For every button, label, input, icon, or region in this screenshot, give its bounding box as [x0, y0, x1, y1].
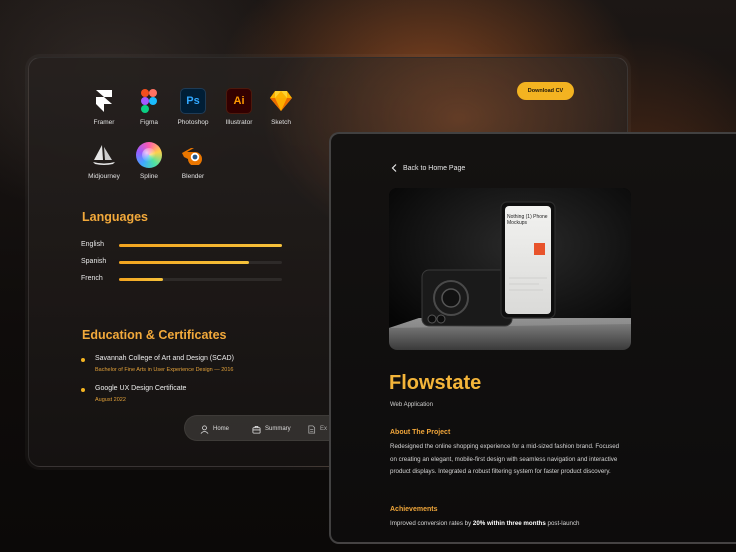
education-title: Savannah College of Art and Design (SCAD…: [95, 355, 234, 362]
figma-icon: [136, 88, 162, 114]
bullet-dot: [81, 388, 85, 392]
project-title: Flowstate: [389, 372, 482, 394]
project-hero-image: Nothing (1) Phone Mockups: [389, 188, 631, 350]
language-row: English: [81, 241, 286, 251]
language-row: French: [81, 275, 286, 285]
midjourney-icon: [91, 142, 117, 168]
nav-label: Home: [213, 426, 230, 432]
project-detail-panel: Back to Home Page Nothing (1) Phone Mock…: [329, 132, 736, 544]
tool-label: Figma: [139, 119, 159, 126]
nav-experience[interactable]: Ex: [307, 416, 328, 440]
photoshop-icon: Ps: [180, 88, 206, 114]
achievements-highlight: 20% within three months: [472, 520, 546, 527]
language-name: Spanish: [81, 258, 107, 265]
language-bar-track: [119, 244, 282, 247]
education-subtitle: Bachelor of Fine Arts in User Experience…: [95, 367, 234, 373]
back-link-label: Back to Home Page: [403, 164, 466, 172]
tool-blender[interactable]: Blender: [168, 142, 218, 180]
about-heading: About The Project: [390, 429, 451, 436]
spline-icon: [136, 142, 162, 168]
tool-midjourney[interactable]: Midjourney: [79, 142, 129, 180]
framer-icon: [91, 88, 117, 114]
project-subtitle: Web Application: [390, 402, 433, 408]
download-cv-button[interactable]: Download CV: [517, 82, 574, 100]
nav-label: Ex: [320, 426, 328, 432]
language-bar-fill: [119, 244, 282, 247]
tool-label: Spline: [139, 173, 159, 180]
achievements-text-pre: Improved conversion rates by: [390, 520, 473, 527]
back-to-home-link[interactable]: Back to Home Page: [391, 164, 465, 172]
tool-photoshop[interactable]: Ps Photoshop: [168, 88, 218, 126]
illustrator-glyph: Ai: [233, 95, 245, 107]
chevron-left-icon: [391, 164, 397, 172]
tool-label: Midjourney: [88, 173, 120, 180]
tool-figma[interactable]: Figma: [124, 88, 174, 126]
tool-spline[interactable]: Spline: [124, 142, 174, 180]
education-subtitle: August 2022: [95, 397, 126, 403]
tool-framer[interactable]: Framer: [79, 88, 129, 126]
language-bar-track: [119, 261, 282, 264]
sketch-icon: [268, 88, 294, 114]
briefcase-icon: [252, 425, 261, 434]
achievements-text-post: post-launch: [545, 520, 580, 527]
education-heading: Education & Certificates: [82, 328, 227, 342]
language-row: Spanish: [81, 258, 286, 268]
language-name: French: [81, 275, 103, 282]
document-icon: [308, 424, 316, 434]
nav-home[interactable]: Home: [200, 416, 230, 440]
phone-screen-text: Nothing (1) Phone Mockups: [507, 214, 548, 226]
illustrator-icon: Ai: [226, 88, 252, 114]
tool-label: Blender: [181, 173, 205, 180]
languages-heading: Languages: [82, 210, 148, 224]
nav-summary[interactable]: Summary: [252, 416, 291, 440]
bullet-dot: [81, 358, 85, 362]
tool-label: Framer: [93, 119, 115, 126]
achievements-heading: Achievements: [390, 506, 438, 513]
user-icon: [200, 424, 209, 434]
language-bar-fill: [119, 278, 163, 281]
phone-mockup-illustration: [389, 188, 631, 350]
tool-label: Photoshop: [177, 119, 209, 126]
blender-icon: [180, 142, 206, 168]
photoshop-glyph: Ps: [186, 95, 200, 107]
language-bar-fill: [119, 261, 250, 264]
achievements-text: Improved conversion rates by 20% within …: [390, 518, 650, 531]
language-name: English: [81, 241, 104, 248]
education-title: Google UX Design Certificate: [95, 385, 187, 392]
nav-label: Summary: [265, 426, 291, 432]
tool-label: Sketch: [271, 119, 291, 126]
language-bar-track: [119, 278, 282, 281]
tool-sketch[interactable]: Sketch: [256, 88, 306, 126]
about-text: Redesigned the online shopping experienc…: [390, 443, 620, 475]
